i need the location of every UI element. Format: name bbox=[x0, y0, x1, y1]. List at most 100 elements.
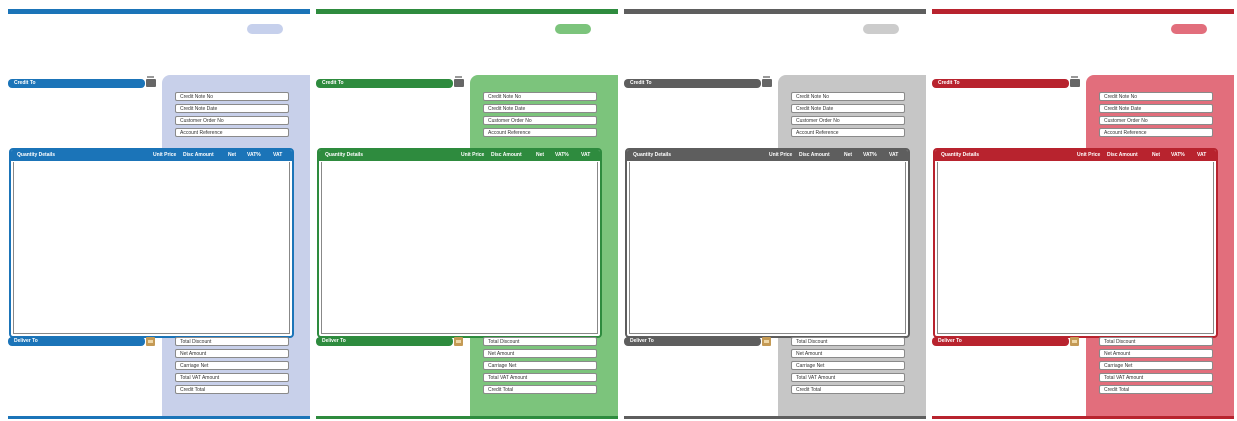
net-heading: Net bbox=[536, 152, 545, 158]
credit-to-label: Credit To bbox=[932, 79, 1069, 88]
quantity-details-body[interactable] bbox=[321, 162, 598, 334]
customer-order-no-field[interactable]: Customer Order No bbox=[175, 116, 289, 125]
logo-placeholder-pill[interactable] bbox=[555, 24, 591, 34]
customer-order-no-field[interactable]: Customer Order No bbox=[791, 116, 905, 125]
deliver-to-label: Deliver To bbox=[316, 337, 453, 346]
carriage-net-field[interactable]: Carriage Net bbox=[791, 361, 905, 370]
unit-price-heading: Unit Price bbox=[461, 152, 485, 158]
net-amount-field[interactable]: Net Amount bbox=[483, 349, 597, 358]
quantity-details-header: Quantity Details Unit Price Disc Amount Net… bbox=[11, 150, 292, 161]
deliver-to-label: Deliver To bbox=[8, 337, 145, 346]
disc-amount-heading: Disc Amount bbox=[1107, 152, 1138, 158]
total-discount-field[interactable]: Total Discount bbox=[483, 337, 597, 346]
carriage-net-field[interactable]: Carriage Net bbox=[175, 361, 289, 370]
credit-note-no-field[interactable]: Credit Note No bbox=[1099, 92, 1213, 101]
quantity-details-heading: Quantity Details bbox=[17, 152, 56, 158]
credit-total-field[interactable]: Credit Total bbox=[175, 385, 289, 394]
folder-icon[interactable] bbox=[146, 337, 155, 346]
logo-placeholder-pill[interactable] bbox=[863, 24, 899, 34]
net-amount-field[interactable]: Net Amount bbox=[791, 349, 905, 358]
customer-order-no-field[interactable]: Customer Order No bbox=[1099, 116, 1213, 125]
quantity-details-body[interactable] bbox=[13, 162, 290, 334]
quantity-details-table: Quantity Details Unit Price Disc Amount Net… bbox=[933, 148, 1218, 338]
credit-note-template-red: Credit To Credit Note No Credit Note Date C… bbox=[932, 9, 1234, 419]
net-amount-field[interactable]: Net Amount bbox=[175, 349, 289, 358]
total-vat-amount-field[interactable]: Total VAT Amount bbox=[791, 373, 905, 382]
vat-heading: VAT bbox=[1197, 152, 1207, 158]
template-bottom-bar bbox=[316, 416, 618, 419]
template-top-bar bbox=[8, 9, 310, 14]
folder-icon[interactable] bbox=[1070, 337, 1079, 346]
folder-icon[interactable] bbox=[454, 337, 463, 346]
total-discount-field[interactable]: Total Discount bbox=[1099, 337, 1213, 346]
unit-price-heading: Unit Price bbox=[153, 152, 177, 158]
net-amount-field[interactable]: Net Amount bbox=[1099, 349, 1213, 358]
credit-total-field[interactable]: Credit Total bbox=[791, 385, 905, 394]
quantity-details-header: Quantity Details Unit Price Disc Amount Net… bbox=[627, 150, 908, 161]
credit-note-no-field[interactable]: Credit Note No bbox=[175, 92, 289, 101]
quantity-details-header: Quantity Details Unit Price Disc Amount Net… bbox=[319, 150, 600, 161]
account-reference-field[interactable]: Account Reference bbox=[483, 128, 597, 137]
quantity-details-header: Quantity Details Unit Price Disc Amount Net… bbox=[935, 150, 1216, 161]
account-reference-field[interactable]: Account Reference bbox=[1099, 128, 1213, 137]
credit-total-field[interactable]: Credit Total bbox=[1099, 385, 1213, 394]
template-bottom-bar bbox=[624, 416, 926, 419]
credit-note-date-field[interactable]: Credit Note Date bbox=[1099, 104, 1213, 113]
quantity-details-heading: Quantity Details bbox=[941, 152, 980, 158]
deliver-to-label: Deliver To bbox=[932, 337, 1069, 346]
account-reference-field[interactable]: Account Reference bbox=[175, 128, 289, 137]
template-top-bar bbox=[316, 9, 618, 14]
total-discount-field[interactable]: Total Discount bbox=[791, 337, 905, 346]
vat-heading: VAT bbox=[581, 152, 591, 158]
deliver-to-label: Deliver To bbox=[624, 337, 761, 346]
vat-heading: VAT bbox=[889, 152, 899, 158]
credit-to-label: Credit To bbox=[316, 79, 453, 88]
template-bottom-bar bbox=[8, 416, 310, 419]
folder-icon[interactable] bbox=[762, 337, 771, 346]
vat-heading: VAT bbox=[273, 152, 283, 158]
quantity-details-table: Quantity Details Unit Price Disc Amount Net… bbox=[9, 148, 294, 338]
net-heading: Net bbox=[844, 152, 853, 158]
total-vat-amount-field[interactable]: Total VAT Amount bbox=[175, 373, 289, 382]
credit-note-no-field[interactable]: Credit Note No bbox=[791, 92, 905, 101]
vat-pct-heading: VAT% bbox=[247, 152, 261, 158]
total-vat-amount-field[interactable]: Total VAT Amount bbox=[483, 373, 597, 382]
address-book-icon[interactable] bbox=[146, 76, 156, 87]
carriage-net-field[interactable]: Carriage Net bbox=[483, 361, 597, 370]
credit-note-template-green: Credit To Credit Note No Credit Note Date C… bbox=[316, 9, 618, 419]
credit-total-field[interactable]: Credit Total bbox=[483, 385, 597, 394]
quantity-details-heading: Quantity Details bbox=[633, 152, 672, 158]
template-top-bar bbox=[624, 9, 926, 14]
total-vat-amount-field[interactable]: Total VAT Amount bbox=[1099, 373, 1213, 382]
account-reference-field[interactable]: Account Reference bbox=[791, 128, 905, 137]
quantity-details-body[interactable] bbox=[629, 162, 906, 334]
quantity-details-table: Quantity Details Unit Price Disc Amount Net… bbox=[625, 148, 910, 338]
credit-note-date-field[interactable]: Credit Note Date bbox=[175, 104, 289, 113]
disc-amount-heading: Disc Amount bbox=[183, 152, 214, 158]
address-book-icon[interactable] bbox=[454, 76, 464, 87]
template-bottom-bar bbox=[932, 416, 1234, 419]
logo-placeholder-pill[interactable] bbox=[1171, 24, 1207, 34]
disc-amount-heading: Disc Amount bbox=[799, 152, 830, 158]
vat-pct-heading: VAT% bbox=[863, 152, 877, 158]
credit-note-template-grey: Credit To Credit Note No Credit Note Date C… bbox=[624, 9, 926, 419]
credit-note-date-field[interactable]: Credit Note Date bbox=[483, 104, 597, 113]
credit-note-template-blue: Credit To Credit Note No Credit Note Date C… bbox=[8, 9, 310, 419]
vat-pct-heading: VAT% bbox=[1171, 152, 1185, 158]
credit-note-no-field[interactable]: Credit Note No bbox=[483, 92, 597, 101]
total-discount-field[interactable]: Total Discount bbox=[175, 337, 289, 346]
address-book-icon[interactable] bbox=[762, 76, 772, 87]
quantity-details-body[interactable] bbox=[937, 162, 1214, 334]
net-heading: Net bbox=[228, 152, 237, 158]
credit-to-label: Credit To bbox=[8, 79, 145, 88]
unit-price-heading: Unit Price bbox=[1077, 152, 1101, 158]
quantity-details-table: Quantity Details Unit Price Disc Amount Net… bbox=[317, 148, 602, 338]
credit-to-label: Credit To bbox=[624, 79, 761, 88]
customer-order-no-field[interactable]: Customer Order No bbox=[483, 116, 597, 125]
net-heading: Net bbox=[1152, 152, 1161, 158]
credit-note-date-field[interactable]: Credit Note Date bbox=[791, 104, 905, 113]
logo-placeholder-pill[interactable] bbox=[247, 24, 283, 34]
carriage-net-field[interactable]: Carriage Net bbox=[1099, 361, 1213, 370]
address-book-icon[interactable] bbox=[1070, 76, 1080, 87]
disc-amount-heading: Disc Amount bbox=[491, 152, 522, 158]
